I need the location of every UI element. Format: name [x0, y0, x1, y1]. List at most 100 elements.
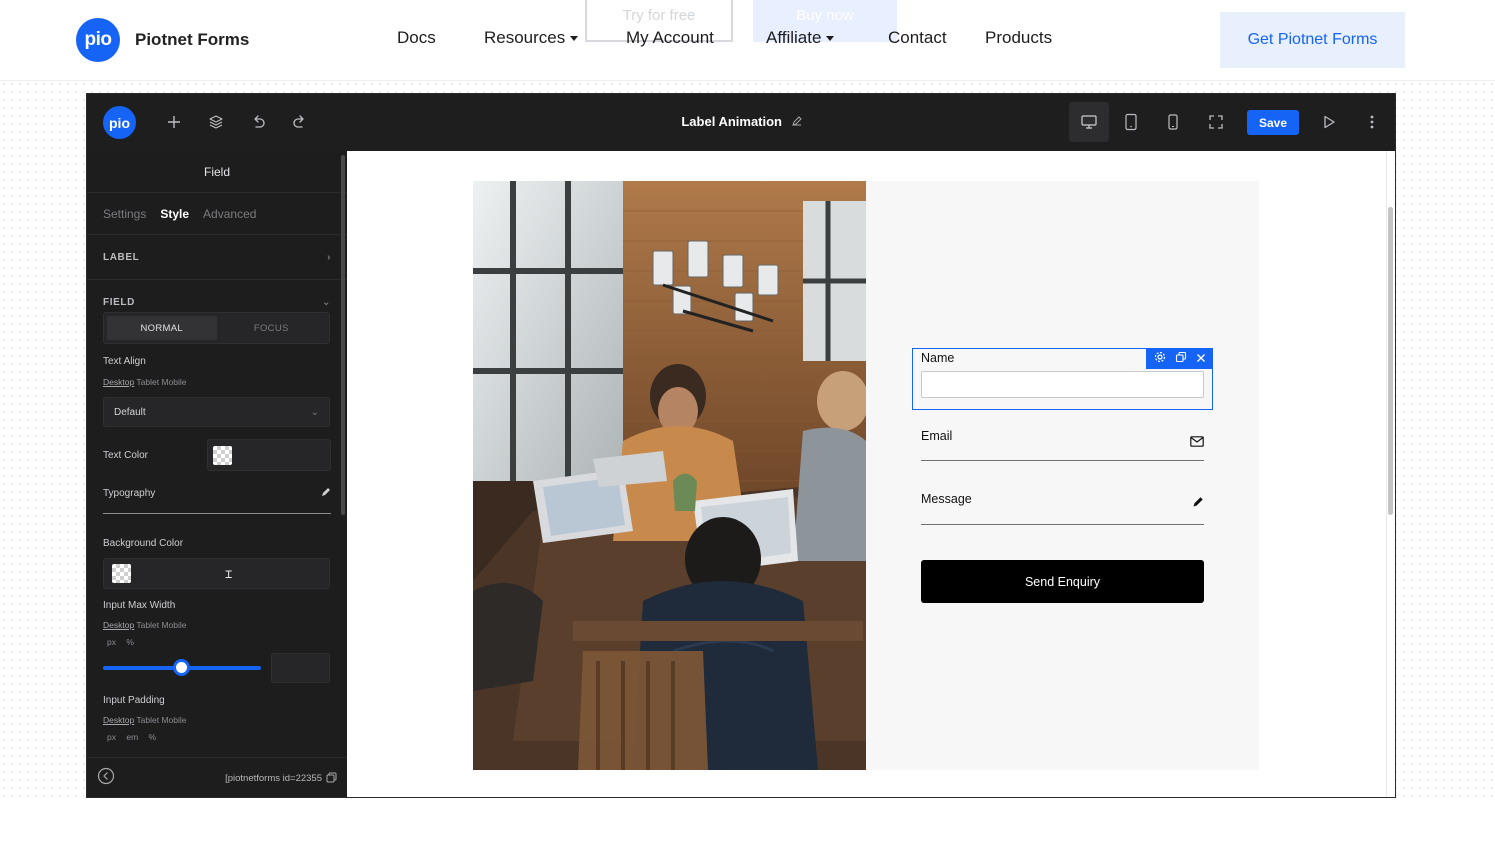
state-focus[interactable]: FOCUS	[217, 316, 327, 340]
email-label: Email	[921, 429, 953, 443]
device-desktop[interactable]: Desktop	[103, 620, 134, 630]
nav-my-account-label: My Account	[626, 28, 714, 47]
text-color-label: Text Color	[103, 449, 149, 461]
redo-icon[interactable]	[289, 111, 311, 133]
chevron-down-icon: ⌄	[322, 297, 331, 308]
site-header: Try for free Buy now pio Piotnet Forms D…	[0, 0, 1495, 80]
nav-products[interactable]: Products	[985, 28, 1052, 48]
nav-docs[interactable]: Docs	[397, 28, 436, 48]
nav-my-account[interactable]: My Account	[626, 28, 714, 48]
close-icon[interactable]	[1196, 350, 1206, 368]
device-mobile[interactable]: Mobile	[161, 377, 186, 387]
fullscreen-icon[interactable]	[1196, 102, 1236, 142]
send-enquiry-button[interactable]: Send Enquiry	[921, 560, 1204, 603]
tab-advanced[interactable]: Advanced	[203, 207, 256, 221]
shortcode-row: [piotnetforms id=22355	[225, 772, 337, 786]
unit-px[interactable]: px	[107, 732, 116, 742]
input-padding-label: Input Padding	[103, 695, 165, 706]
section-label[interactable]: LABEL ›	[87, 235, 347, 280]
sidebar-scrollbar[interactable]	[341, 155, 345, 515]
device-tablet[interactable]: Tablet	[136, 620, 159, 630]
caret-down-icon	[826, 35, 835, 41]
contact-form-panel: Name Email Message Send Enquiry	[866, 181, 1259, 770]
field-actions-toolbar	[1146, 348, 1213, 369]
back-circle-icon[interactable]	[97, 767, 115, 790]
nav-docs-label: Docs	[397, 28, 436, 47]
nav-contact-label: Contact	[888, 28, 947, 47]
team-meeting-photo	[473, 181, 866, 770]
chevron-right-icon: ›	[327, 251, 331, 263]
transparent-swatch	[213, 445, 232, 465]
text-align-devices: Desktop Tablet Mobile	[103, 377, 331, 387]
background-color-picker[interactable]: ⌶	[103, 558, 330, 589]
input-max-width-value[interactable]	[271, 653, 330, 683]
get-piotnet-forms-button[interactable]: Get Piotnet Forms	[1220, 12, 1405, 68]
pencil-icon[interactable]	[791, 115, 803, 130]
unit-em[interactable]: em	[126, 732, 138, 742]
mobile-icon[interactable]	[1153, 102, 1193, 142]
device-tablet[interactable]: Tablet	[136, 715, 159, 725]
unit-percent[interactable]: %	[149, 732, 157, 742]
more-icon[interactable]	[1361, 111, 1383, 133]
nav-affiliate[interactable]: Affiliate	[766, 28, 835, 48]
tablet-icon[interactable]	[1111, 102, 1151, 142]
nav-products-label: Products	[985, 28, 1053, 47]
text-align-select[interactable]: Default ⌄	[103, 397, 330, 427]
nav-resources[interactable]: Resources	[484, 28, 579, 48]
input-padding-devices: Desktop Tablet Mobile	[103, 715, 331, 725]
state-toggle: NORMAL FOCUS	[103, 312, 330, 344]
canvas-scrollbar[interactable]	[1388, 207, 1393, 515]
desktop-icon[interactable]	[1069, 102, 1109, 142]
plus-icon[interactable]	[163, 111, 185, 133]
envelope-icon	[1190, 434, 1204, 452]
copy-icon[interactable]	[326, 772, 337, 786]
typography-row: Typography	[103, 484, 331, 514]
device-desktop[interactable]: Desktop	[103, 715, 134, 725]
text-color-picker[interactable]	[207, 439, 331, 471]
text-align-label: Text Align	[103, 356, 146, 367]
section-label-title: LABEL	[103, 251, 140, 263]
input-max-width-units: px %	[107, 637, 331, 647]
email-input[interactable]	[921, 460, 1204, 461]
style-sidebar: Field Settings Style Advanced LABEL › FI…	[87, 151, 347, 797]
form-title[interactable]: Label Animation	[681, 114, 782, 129]
background-color-label: Background Color	[103, 538, 184, 549]
tab-settings[interactable]: Settings	[103, 207, 146, 221]
text-cursor-icon: ⌶	[225, 566, 233, 581]
unit-percent[interactable]: %	[126, 637, 134, 647]
sidebar-footer: [piotnetforms id=22355	[87, 757, 347, 797]
tab-style[interactable]: Style	[160, 207, 189, 221]
builder-toolbar: pio Label Animation Save	[87, 94, 1395, 151]
preview-play-icon[interactable]	[1318, 111, 1340, 133]
unit-px[interactable]: px	[107, 637, 116, 647]
slider-thumb[interactable]	[173, 659, 190, 676]
message-input[interactable]	[921, 524, 1204, 525]
input-max-width-slider[interactable]	[103, 659, 261, 676]
device-mobile[interactable]: Mobile	[161, 620, 186, 630]
device-desktop[interactable]: Desktop	[103, 377, 134, 387]
undo-icon[interactable]	[247, 111, 269, 133]
layers-icon[interactable]	[205, 111, 227, 133]
section-field-title: FIELD	[103, 297, 135, 308]
name-input[interactable]	[921, 371, 1204, 398]
state-normal[interactable]: NORMAL	[107, 316, 217, 340]
sidebar-header: Field	[87, 151, 347, 193]
text-align-value: Default	[114, 406, 146, 418]
name-field-selected[interactable]: Name	[912, 348, 1213, 410]
save-button[interactable]: Save	[1247, 110, 1299, 135]
device-tablet[interactable]: Tablet	[136, 377, 159, 387]
transparent-swatch	[112, 564, 131, 583]
nav-contact[interactable]: Contact	[888, 28, 947, 48]
duplicate-icon[interactable]	[1175, 350, 1187, 368]
typography-label: Typography	[103, 487, 156, 499]
form-builder-window: pio Label Animation Save Field Settings …	[86, 93, 1396, 798]
canvas-edge	[1386, 151, 1387, 797]
input-max-width-slider-row	[103, 653, 331, 683]
nav-resources-label: Resources	[484, 28, 566, 47]
pencil-icon[interactable]	[321, 484, 331, 502]
builder-canvas: Name Email Message Send Enquiry	[347, 151, 1395, 797]
builder-logo[interactable]: pio	[103, 106, 136, 139]
device-mobile[interactable]: Mobile	[161, 715, 186, 725]
gear-icon[interactable]	[1154, 350, 1166, 368]
input-max-width-devices: Desktop Tablet Mobile	[103, 620, 331, 630]
